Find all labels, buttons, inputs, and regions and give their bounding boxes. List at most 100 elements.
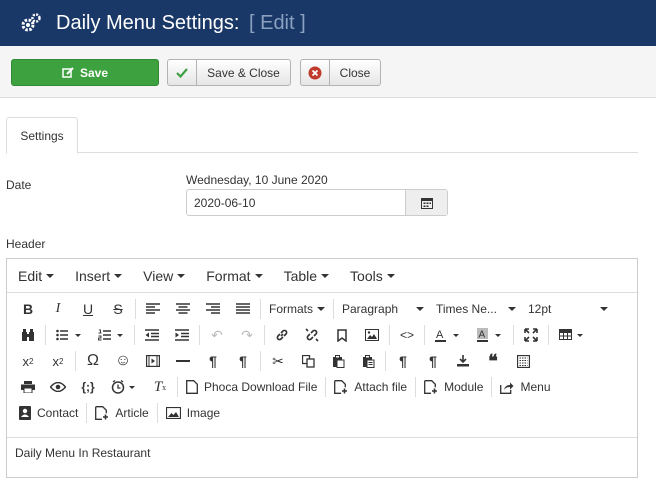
align-center-icon[interactable] xyxy=(168,297,198,321)
nonbreaking-icon[interactable] xyxy=(448,349,478,373)
edit-icon xyxy=(62,66,74,79)
menu-view[interactable]: View xyxy=(132,268,195,284)
attach-file-button[interactable]: Attach file xyxy=(328,376,413,398)
separator xyxy=(260,351,261,371)
bold-icon[interactable]: B xyxy=(13,297,43,321)
chevron-down-icon xyxy=(177,273,186,278)
toolbar-row: {;} Tx Phoca Download File Attach file M… xyxy=(7,374,637,400)
media-icon[interactable] xyxy=(138,349,168,373)
separator xyxy=(86,403,88,423)
clear-formatting-icon[interactable]: Tx xyxy=(145,375,175,399)
bullet-list-icon[interactable] xyxy=(48,323,90,347)
menu-format[interactable]: Format xyxy=(195,268,272,284)
title-bar: Daily Menu Settings: [ Edit ] xyxy=(0,0,656,46)
block-format-dropdown[interactable]: Paragraph xyxy=(336,297,430,321)
link-icon[interactable] xyxy=(267,323,297,347)
align-right-icon[interactable] xyxy=(198,297,228,321)
separator xyxy=(415,377,417,397)
copy-icon[interactable] xyxy=(293,349,323,373)
date-label: Date xyxy=(6,178,32,192)
insert-datetime-icon[interactable] xyxy=(103,375,145,399)
indent-icon[interactable] xyxy=(167,323,197,347)
separator xyxy=(513,325,514,345)
svg-text:A: A xyxy=(436,329,444,341)
special-character-icon[interactable]: Ω xyxy=(78,349,108,373)
ltr-icon[interactable]: ¶ xyxy=(198,349,228,373)
date-field[interactable]: 2020-06-10 xyxy=(186,189,448,216)
unlink-icon[interactable] xyxy=(297,323,327,347)
title-text: Daily Menu Settings: xyxy=(56,11,240,34)
save-button[interactable]: Save xyxy=(11,59,159,86)
blockquote-icon[interactable]: ❝ xyxy=(478,349,508,373)
subscript-icon[interactable]: x2 xyxy=(13,349,43,373)
save-close-label: Save & Close xyxy=(207,65,280,80)
module-button[interactable]: Module xyxy=(418,376,489,398)
table-icon[interactable] xyxy=(551,323,593,347)
italic-icon[interactable]: I xyxy=(43,297,73,321)
undo-icon[interactable]: ↶ xyxy=(202,323,232,347)
date-value[interactable]: 2020-06-10 xyxy=(187,190,405,215)
outdent-icon[interactable] xyxy=(137,323,167,347)
page-title: Daily Menu Settings: [ Edit ] xyxy=(56,12,306,35)
menu-insert-label: Insert xyxy=(75,267,111,284)
module-label: Module xyxy=(444,380,484,394)
superscript-icon[interactable]: x2 xyxy=(43,349,73,373)
editor-toolbar: B I U S Formats Paragraph Times Ne... 12… xyxy=(7,293,637,426)
menu-edit-label: Edit xyxy=(18,267,43,284)
redo-icon[interactable]: ↷ xyxy=(232,323,262,347)
contact-button[interactable]: Contact xyxy=(13,402,84,424)
print-icon[interactable] xyxy=(13,375,43,399)
underline-icon[interactable]: U xyxy=(73,297,103,321)
menu-table[interactable]: Table xyxy=(273,268,339,284)
cut-icon[interactable]: ✂ xyxy=(263,349,293,373)
code-icon[interactable]: <> xyxy=(392,323,422,347)
menu-tools[interactable]: Tools xyxy=(339,268,405,284)
anchor-icon[interactable] xyxy=(327,323,357,347)
find-replace-icon[interactable] xyxy=(13,323,43,347)
align-left-icon[interactable] xyxy=(138,297,168,321)
preview-icon[interactable] xyxy=(43,375,73,399)
tab-settings[interactable]: Settings xyxy=(6,117,78,154)
code-sample-icon[interactable]: {;} xyxy=(73,375,103,399)
text-color-icon[interactable]: A xyxy=(427,323,469,347)
fullscreen-icon[interactable] xyxy=(516,323,546,347)
background-color-icon[interactable]: A xyxy=(469,323,511,347)
horizontal-rule-icon[interactable] xyxy=(168,349,198,373)
align-justify-icon[interactable] xyxy=(228,297,258,321)
menu-table-label: Table xyxy=(283,267,318,284)
rtl-icon[interactable]: ¶ xyxy=(228,349,258,373)
date-display: Wednesday, 10 June 2020 xyxy=(186,173,328,187)
strikethrough-icon[interactable]: S xyxy=(103,297,133,321)
visual-blocks-icon[interactable]: ¶ xyxy=(418,349,448,373)
formats-dropdown[interactable]: Formats xyxy=(263,297,331,321)
calendar-button[interactable] xyxy=(405,190,447,215)
save-label: Save xyxy=(79,65,109,80)
menu-tools-label: Tools xyxy=(350,267,383,284)
close-button[interactable]: Close xyxy=(300,59,381,86)
phoca-download-label: Phoca Download File xyxy=(204,380,318,394)
separator xyxy=(45,325,46,345)
template-icon[interactable] xyxy=(508,349,538,373)
font-family-dropdown[interactable]: Times Ne... xyxy=(430,297,522,321)
chevron-down-icon xyxy=(46,273,55,278)
menu-edit[interactable]: Edit xyxy=(7,268,64,284)
insert-image-icon[interactable] xyxy=(357,323,387,347)
separator xyxy=(389,325,390,345)
image-button[interactable]: Image xyxy=(160,402,226,424)
visual-chars-icon[interactable]: ¶ xyxy=(388,349,418,373)
picture-icon xyxy=(165,407,181,419)
contact-label: Contact xyxy=(37,406,79,420)
font-size-dropdown[interactable]: 12pt xyxy=(522,297,614,321)
menu-button[interactable]: Menu xyxy=(494,376,556,398)
editor-content[interactable]: Daily Menu In Restaurant xyxy=(7,437,637,477)
emoticons-icon[interactable]: ☺ xyxy=(108,349,138,373)
paste-text-icon[interactable] xyxy=(353,349,383,373)
editor-menubar: Edit Insert View Format Table Tools xyxy=(7,259,637,293)
header-label: Header xyxy=(6,237,46,251)
save-close-button[interactable]: Save & Close xyxy=(167,59,291,86)
menu-insert[interactable]: Insert xyxy=(64,268,132,284)
numbered-list-icon[interactable] xyxy=(90,323,132,347)
article-button[interactable]: Article xyxy=(89,402,154,424)
phoca-download-button[interactable]: Phoca Download File xyxy=(180,376,323,398)
paste-icon[interactable] xyxy=(323,349,353,373)
